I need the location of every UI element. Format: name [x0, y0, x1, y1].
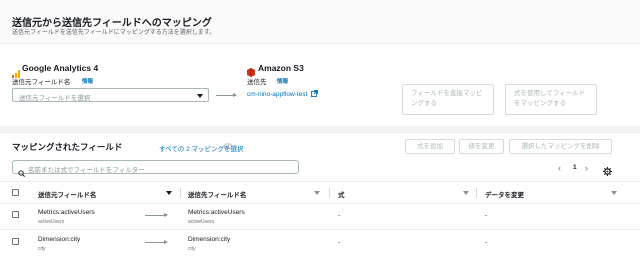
mapping-count: (2) [224, 143, 232, 150]
remove-selected-mappings-button[interactable]: 選択したマッピングを削除 [509, 139, 612, 154]
amazon-s3-icon [247, 64, 255, 77]
source-field-select[interactable]: 送信元フィールドを選択 [12, 88, 209, 102]
source-field-name: Metrics:activeUsers [38, 209, 95, 216]
settings-icon[interactable] [603, 163, 612, 181]
divider [0, 229, 640, 230]
source-info-link[interactable]: 情報 [82, 77, 93, 85]
google-analytics-icon [12, 65, 20, 78]
sort-icon[interactable] [611, 191, 617, 195]
destination-field-name: Dimension:city [188, 236, 231, 243]
sort-icon[interactable] [463, 191, 469, 195]
destination-field-name: Metrics:activeUsers [188, 209, 245, 216]
field-mapping-panel: 送信元から送信先フィールドへのマッピング 送信元フィールドを送信先フィールドにマ… [0, 0, 640, 126]
divider [0, 203, 640, 204]
destination-field-id: activeUsers [188, 219, 215, 225]
divider [0, 181, 640, 182]
mapped-fields-panel: マッピングされたフィールド すべての 2 マッピングを選択 (2) 式を追加 値… [0, 132, 640, 257]
source-field-name: Dimension:city [38, 236, 81, 243]
sort-descending-icon[interactable] [166, 191, 172, 195]
destination-field-id: city [188, 246, 196, 252]
row-checkbox[interactable] [12, 238, 19, 245]
filter-input[interactable]: 名前または式でフィールドをフィルター [12, 160, 299, 177]
source-field-placeholder: 送信元フィールドを選択 [19, 95, 91, 102]
mapping-arrow-icon [145, 240, 168, 244]
mapping-arrow-icon [145, 213, 168, 217]
column-divider [180, 188, 181, 198]
mapped-fields-title: マッピングされたフィールド [12, 142, 123, 152]
filter-placeholder: 名前または式でフィールドをフィルター [28, 167, 145, 174]
formula-value: - [338, 212, 341, 219]
modify-value: - [485, 239, 488, 246]
source-field-label: 送信元フィールド名 [12, 79, 71, 86]
select-all-checkbox[interactable] [12, 189, 19, 196]
column-divider [329, 188, 330, 198]
chevron-left-icon[interactable]: ‹ [558, 163, 561, 173]
source-field-id: activeUsers [38, 219, 65, 225]
map-directly-button[interactable]: フィールドを直接マッピングする [402, 84, 494, 115]
destination-name: Amazon S3 [258, 63, 304, 73]
sort-icon[interactable] [314, 191, 320, 195]
change-value-button[interactable]: 値を変更 [459, 139, 504, 154]
panel-subtitle: 送信元フィールドを送信先フィールドにマッピングする方法を選択します。 [12, 30, 216, 36]
source-field-id: city [38, 246, 46, 252]
mapping-arrow-icon [216, 93, 237, 97]
column-header-modify[interactable]: データを変更 [485, 189, 524, 199]
formula-value: - [338, 239, 341, 246]
caret-down-icon [197, 94, 203, 98]
page-number[interactable]: 1 [573, 164, 577, 171]
column-header-formula[interactable]: 式 [338, 189, 345, 199]
destination-info-link[interactable]: 情報 [277, 77, 288, 85]
panel-header: 送信元から送信先フィールドへのマッピング 送信元フィールドを送信先フィールドにマ… [0, 0, 640, 44]
destination-label: 送信先 [247, 79, 267, 86]
column-header-destination[interactable]: 送信先フィールド名 [188, 189, 246, 199]
source-name: Google Analytics 4 [22, 63, 99, 73]
add-formula-button[interactable]: 式を追加 [405, 139, 455, 154]
external-link-icon [311, 90, 319, 99]
row-checkbox[interactable] [12, 211, 19, 218]
s3-bucket-link[interactable]: cm-nino-appflow-test [247, 90, 319, 99]
chevron-right-icon[interactable]: › [585, 163, 588, 173]
column-divider [476, 188, 477, 198]
s3-bucket-link-text: cm-nino-appflow-test [247, 91, 308, 99]
map-with-formula-button[interactable]: 式を使用してフィールドをマッピングする [505, 84, 597, 115]
modify-value: - [485, 212, 488, 219]
column-header-source[interactable]: 送信元フィールド名 [38, 189, 96, 199]
search-icon [18, 164, 25, 182]
